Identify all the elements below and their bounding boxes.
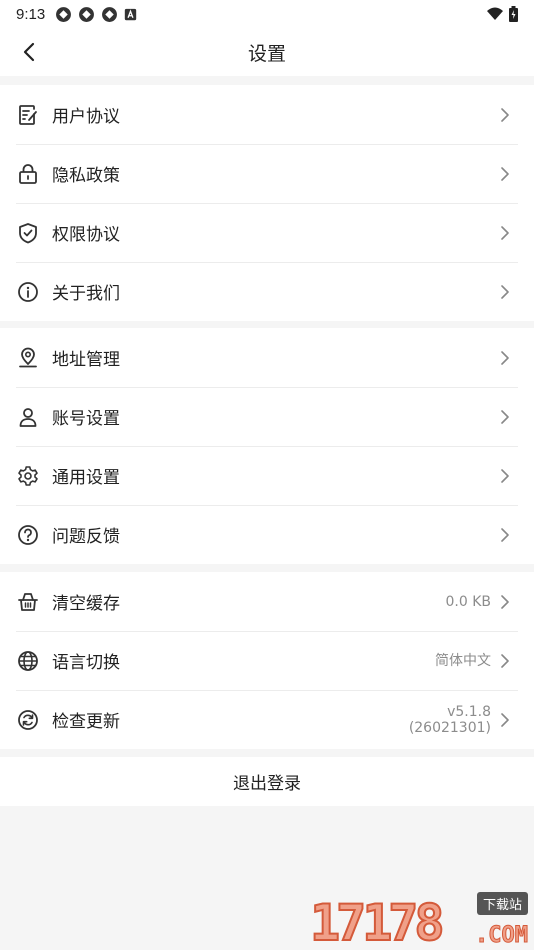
basket-icon: [18, 592, 38, 611]
app-notification-icon: [102, 6, 118, 22]
chevron-right-icon: [501, 527, 509, 542]
settings-item-check-update[interactable]: 检查更新 v5.1.8 (26021301): [0, 690, 534, 749]
logout-label: 退出登录: [233, 774, 301, 794]
status-bar: 9:13: [0, 0, 534, 28]
chevron-right-icon: [501, 350, 509, 365]
location-pin-icon: [19, 347, 37, 367]
chevron-right-icon: [501, 166, 509, 181]
settings-item-address-management[interactable]: 地址管理: [0, 328, 534, 387]
settings-item-account-settings[interactable]: 账号设置: [0, 387, 534, 446]
app-notification-icon: [79, 6, 95, 22]
settings-item-label: 账号设置: [52, 409, 120, 429]
language-value: 简体中文: [435, 652, 491, 669]
navigation-bar: 设置: [0, 28, 534, 76]
logout-button[interactable]: 退出登录: [0, 757, 534, 806]
wifi-icon: [487, 7, 503, 20]
version-number: v5.1.8: [447, 703, 491, 720]
settings-item-privacy-policy[interactable]: 隐私政策: [0, 144, 534, 203]
settings-item-label: 检查更新: [52, 712, 120, 732]
page-title: 设置: [247, 42, 286, 65]
build-number: (26021301): [408, 719, 491, 736]
settings-item-label: 隐私政策: [52, 166, 120, 186]
chevron-right-icon: [501, 409, 509, 424]
settings-item-permission-agreement[interactable]: 权限协议: [0, 203, 534, 262]
settings-item-label: 权限协议: [52, 225, 120, 245]
question-icon: [18, 524, 38, 545]
settings-item-label: 用户协议: [52, 107, 120, 127]
gear-icon: [18, 465, 38, 486]
document-edit-icon: [19, 104, 37, 125]
a-notification-icon: [125, 8, 137, 20]
shield-check-icon: [19, 222, 37, 243]
settings-group-account: 地址管理 账号设置 通用设置 问题反馈: [0, 328, 534, 564]
settings-item-label: 关于我们: [52, 284, 120, 304]
lock-icon: [19, 163, 37, 184]
settings-item-label: 清空缓存: [52, 594, 120, 614]
settings-item-user-agreement[interactable]: 用户协议: [0, 85, 534, 144]
settings-group-info: 用户协议 隐私政策 权限协议 关于我们: [0, 85, 534, 321]
watermark-number: 17178: [309, 894, 445, 950]
refresh-icon: [18, 709, 38, 730]
notification-icons: [55, 6, 137, 23]
settings-item-label: 问题反馈: [52, 527, 120, 547]
battery-icon: [509, 6, 518, 22]
chevron-right-icon: [501, 653, 509, 668]
settings-item-label: 语言切换: [52, 653, 120, 673]
watermark-suffix: .COM: [475, 923, 529, 949]
watermark-logo: 17178 下载站 .COM: [309, 888, 534, 950]
info-icon: [18, 281, 38, 302]
back-arrow-icon[interactable]: [18, 40, 42, 64]
cache-size-value: 0.0 KB: [445, 593, 492, 610]
settings-item-about-us[interactable]: 关于我们: [0, 262, 534, 321]
chevron-right-icon: [501, 712, 509, 727]
settings-item-label: 通用设置: [52, 468, 120, 488]
status-time: 9:13: [16, 5, 46, 23]
settings-item-clear-cache[interactable]: 清空缓存 0.0 KB: [0, 572, 534, 631]
chevron-right-icon: [501, 107, 509, 122]
settings-item-language[interactable]: 语言切换 简体中文: [0, 631, 534, 690]
chevron-right-icon: [501, 284, 509, 299]
globe-icon: [18, 650, 38, 671]
chevron-right-icon: [501, 225, 509, 240]
version-value: v5.1.8 (26021301): [409, 704, 491, 736]
settings-item-general-settings[interactable]: 通用设置: [0, 446, 534, 505]
settings-item-feedback[interactable]: 问题反馈: [0, 505, 534, 564]
watermark-badge: 下载站: [476, 892, 528, 915]
settings-item-label: 地址管理: [52, 350, 120, 370]
system-icons: [487, 6, 518, 22]
user-icon: [19, 407, 37, 427]
chevron-right-icon: [501, 468, 509, 483]
app-notification-icon: [56, 6, 72, 22]
settings-group-system: 清空缓存 0.0 KB 语言切换 简体中文 检查更新 v5.1.8 (26021…: [0, 572, 534, 749]
chevron-right-icon: [501, 594, 509, 609]
